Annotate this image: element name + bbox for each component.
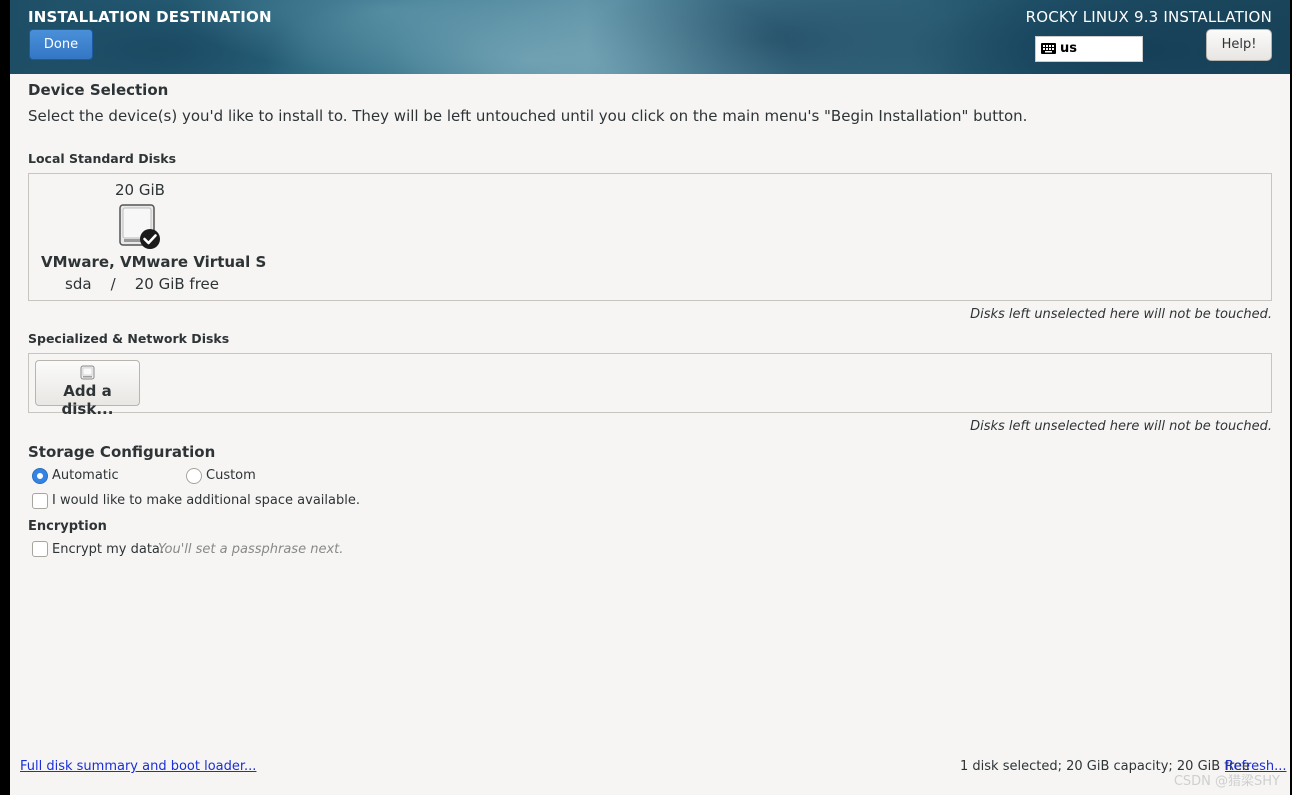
add-disk-label: Add a disk... [61, 382, 114, 418]
full-disk-summary-link[interactable]: Full disk summary and boot loader... [20, 759, 256, 774]
disk-info: sda / 20 GiB free [65, 275, 220, 293]
special-disks-note: Disks left unselected here will not be t… [970, 419, 1272, 434]
page-title: INSTALLATION DESTINATION [28, 8, 272, 26]
local-disks-note: Disks left unselected here will not be t… [970, 307, 1272, 322]
disk-size: 20 GiB [115, 181, 165, 199]
local-disks-label: Local Standard Disks [28, 151, 177, 166]
additional-space-label[interactable]: I would like to make additional space av… [52, 493, 360, 508]
device-selection-description: Select the device(s) you'd like to insta… [28, 107, 1028, 125]
keyboard-layout-indicator[interactable]: us [1035, 36, 1143, 62]
custom-radio[interactable] [186, 468, 202, 484]
header-banner: INSTALLATION DESTINATION Done ROCKY LINU… [10, 0, 1290, 74]
help-button[interactable]: Help! [1206, 29, 1272, 61]
encrypt-label[interactable]: Encrypt my data. [52, 542, 164, 557]
storage-configuration-heading: Storage Configuration [28, 443, 216, 461]
product-name: ROCKY LINUX 9.3 INSTALLATION [1025, 8, 1272, 26]
disk-add-icon [80, 365, 95, 380]
automatic-radio-label[interactable]: Automatic [52, 468, 119, 483]
local-disks-panel: 20 GiB VMware, VMware Virtual S sda / 20… [28, 173, 1272, 301]
installer-window: INSTALLATION DESTINATION Done ROCKY LINU… [10, 0, 1290, 795]
additional-space-checkbox[interactable] [32, 493, 48, 509]
keyboard-icon [1041, 43, 1056, 54]
encrypt-checkbox[interactable] [32, 541, 48, 557]
hard-disk-selected-icon[interactable] [119, 204, 163, 250]
device-selection-heading: Device Selection [28, 81, 169, 99]
done-button[interactable]: Done [29, 29, 93, 60]
encryption-heading: Encryption [28, 519, 107, 534]
watermark: CSDN @猎梁SHY [1173, 774, 1280, 789]
automatic-radio[interactable] [32, 468, 48, 484]
disk-name: VMware, VMware Virtual S [41, 253, 267, 271]
add-disk-button[interactable]: Add a disk... [35, 360, 140, 418]
encrypt-hint: You'll set a passphrase next. [158, 542, 344, 557]
custom-radio-label[interactable]: Custom [206, 468, 256, 483]
special-disks-panel: Add a disk... [28, 353, 1272, 418]
special-disks-label: Specialized & Network Disks [28, 331, 230, 346]
keyboard-layout-label: us [1060, 41, 1077, 56]
